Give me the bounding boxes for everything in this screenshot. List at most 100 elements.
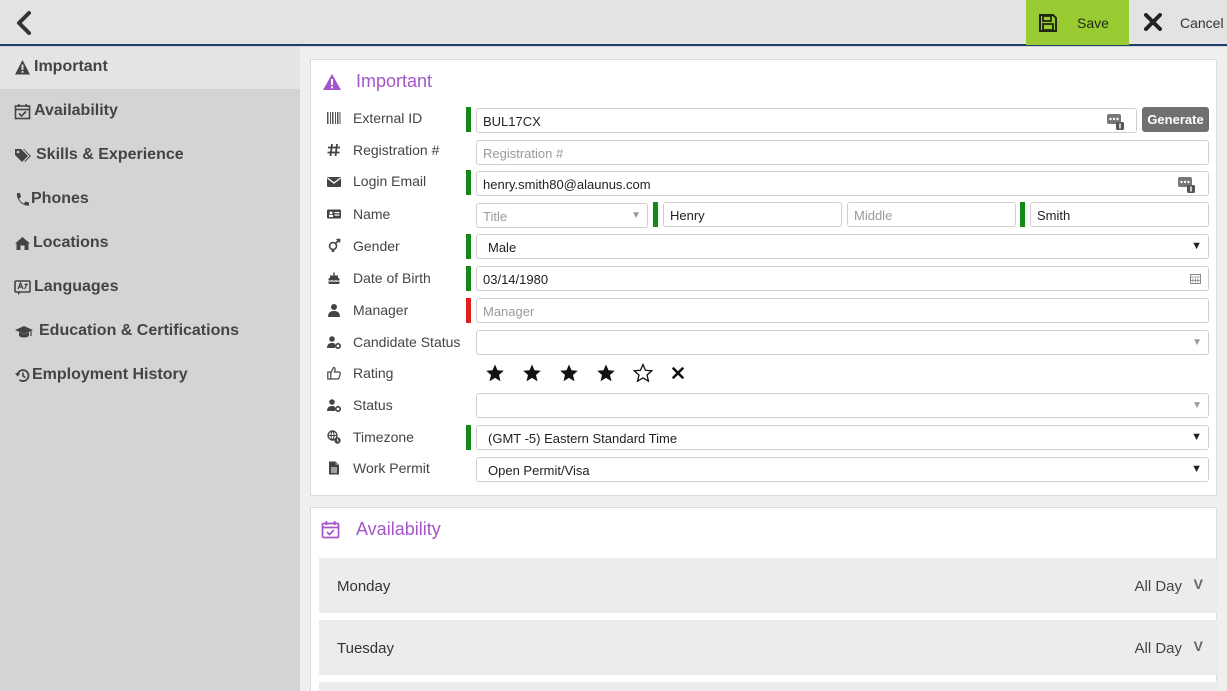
sidebar-item-label: Languages bbox=[34, 278, 119, 295]
chevron-left-icon bbox=[17, 11, 31, 35]
star-filled-icon[interactable] bbox=[485, 363, 505, 383]
sidebar-item-locations[interactable]: Locations bbox=[0, 223, 300, 265]
external-id-label: External ID bbox=[353, 110, 423, 126]
last-name-input[interactable]: Smith bbox=[1030, 202, 1209, 227]
chevron-down-icon: ▼ bbox=[1191, 463, 1202, 475]
availability-row-tuesday[interactable]: Tuesday All Day V bbox=[319, 620, 1218, 675]
day-availability: All Day bbox=[1134, 578, 1182, 595]
name-label: Name bbox=[353, 206, 391, 222]
title-select[interactable]: Title ▼ bbox=[476, 203, 648, 228]
gender-icon bbox=[328, 238, 341, 252]
sidebar-item-important[interactable]: Important bbox=[0, 47, 300, 89]
chevron-down-icon: V bbox=[1193, 638, 1203, 654]
timezone-value: (GMT -5) Eastern Standard Time bbox=[488, 431, 678, 446]
login-email-input[interactable]: henry.smith80@alaunus.com bbox=[476, 171, 1209, 196]
warning-icon bbox=[15, 60, 30, 75]
clear-rating-icon[interactable] bbox=[672, 367, 684, 379]
close-icon bbox=[1144, 13, 1162, 31]
globe-clock-icon bbox=[327, 430, 341, 444]
gender-select[interactable]: Male ▼ bbox=[476, 234, 1209, 259]
availability-row-monday[interactable]: Monday All Day V bbox=[319, 558, 1218, 613]
sidebar-item-label: Phones bbox=[31, 190, 89, 207]
back-button[interactable] bbox=[12, 10, 36, 36]
envelope-icon bbox=[327, 177, 341, 187]
cancel-button[interactable]: Cancel bbox=[1138, 0, 1227, 45]
dob-input[interactable]: 03/14/1980 bbox=[476, 266, 1209, 291]
manager-label: Manager bbox=[353, 302, 409, 318]
middle-name-input[interactable]: Middle bbox=[847, 202, 1016, 227]
work-permit-select[interactable]: Open Permit/Visa ▼ bbox=[476, 457, 1209, 482]
login-email-label: Login Email bbox=[353, 173, 427, 189]
manager-input[interactable]: Manager bbox=[476, 298, 1209, 323]
star-filled-icon[interactable] bbox=[596, 363, 616, 383]
important-section: Important External ID BUL17CX Generate R… bbox=[310, 59, 1217, 496]
generate-button[interactable]: Generate bbox=[1142, 107, 1209, 132]
availability-row-next[interactable] bbox=[319, 682, 1218, 691]
star-empty-icon[interactable] bbox=[633, 363, 653, 383]
save-button[interactable]: Save bbox=[1026, 0, 1129, 45]
required-indicator bbox=[466, 425, 471, 450]
sidebar-item-phones[interactable]: Phones bbox=[0, 179, 300, 221]
sidebar-item-label: Locations bbox=[33, 234, 109, 251]
timezone-select[interactable]: (GMT -5) Eastern Standard Time ▼ bbox=[476, 425, 1209, 450]
sidebar-item-label: Important bbox=[34, 58, 108, 75]
registration-input[interactable]: Registration # bbox=[476, 140, 1209, 165]
status-label: Status bbox=[353, 397, 393, 413]
id-card-icon bbox=[327, 209, 341, 219]
barcode-icon bbox=[327, 112, 341, 124]
chevron-down-icon: ▼ bbox=[1191, 431, 1202, 443]
user-cog-icon bbox=[327, 399, 341, 412]
first-name-input[interactable]: Henry bbox=[663, 202, 842, 227]
tags-icon bbox=[15, 149, 31, 162]
cancel-label: Cancel bbox=[1180, 15, 1224, 31]
section-title: Availability bbox=[356, 519, 441, 539]
star-filled-icon[interactable] bbox=[559, 363, 579, 383]
registration-label: Registration # bbox=[353, 142, 440, 158]
title-placeholder: Title bbox=[483, 209, 508, 224]
required-error-indicator bbox=[466, 298, 471, 323]
sidebar-item-education[interactable]: Education & Certifications bbox=[0, 311, 300, 353]
external-id-input[interactable]: BUL17CX bbox=[476, 108, 1137, 133]
dob-value: 03/14/1980 bbox=[483, 272, 549, 287]
graduation-cap-icon bbox=[15, 326, 33, 338]
user-cog-icon bbox=[327, 336, 341, 349]
sidebar-item-availability[interactable]: Availability bbox=[0, 91, 300, 133]
rating-label: Rating bbox=[353, 365, 394, 381]
password-manager-icon[interactable] bbox=[1107, 113, 1124, 130]
language-icon bbox=[14, 280, 31, 295]
hashtag-icon bbox=[327, 143, 340, 157]
candidate-status-label: Candidate Status bbox=[353, 334, 461, 350]
sidebar-item-label: Employment History bbox=[32, 366, 188, 383]
chevron-down-icon: ▼ bbox=[1191, 240, 1202, 252]
day-name: Monday bbox=[337, 578, 391, 595]
sidebar-item-languages[interactable]: Languages bbox=[0, 267, 300, 309]
required-indicator bbox=[466, 170, 471, 195]
password-manager-icon[interactable] bbox=[1178, 176, 1195, 193]
timezone-label: Timezone bbox=[353, 429, 414, 445]
section-title: Important bbox=[356, 71, 433, 91]
save-label: Save bbox=[1077, 15, 1109, 31]
calendar-icon[interactable] bbox=[1190, 273, 1201, 284]
status-select[interactable]: ▼ bbox=[476, 393, 1209, 418]
thumbs-up-icon bbox=[327, 366, 341, 380]
candidate-status-select[interactable]: ▼ bbox=[476, 330, 1209, 355]
chevron-down-icon: V bbox=[1193, 576, 1203, 592]
gender-value: Male bbox=[488, 240, 517, 255]
work-permit-value: Open Permit/Visa bbox=[488, 463, 590, 478]
sidebar-item-employment-history[interactable]: Employment History bbox=[0, 355, 300, 397]
day-name: Tuesday bbox=[337, 640, 394, 657]
chevron-down-icon: ▼ bbox=[1192, 400, 1202, 411]
availability-section: Availability Monday All Day V Tuesday Al… bbox=[310, 507, 1218, 691]
main-content: Important External ID BUL17CX Generate R… bbox=[300, 47, 1227, 691]
sidebar-item-skills[interactable]: Skills & Experience bbox=[0, 135, 300, 177]
required-indicator bbox=[1020, 202, 1025, 227]
sidebar-item-label: Availability bbox=[34, 102, 118, 119]
history-icon bbox=[15, 369, 30, 382]
sidebar: Important Availability Skills & Experien… bbox=[0, 47, 300, 691]
required-indicator bbox=[466, 107, 471, 132]
required-indicator bbox=[466, 234, 471, 259]
login-email-value: henry.smith80@alaunus.com bbox=[483, 177, 651, 192]
star-filled-icon[interactable] bbox=[522, 363, 542, 383]
chevron-down-icon: ▼ bbox=[1192, 337, 1202, 348]
document-icon bbox=[329, 461, 339, 475]
